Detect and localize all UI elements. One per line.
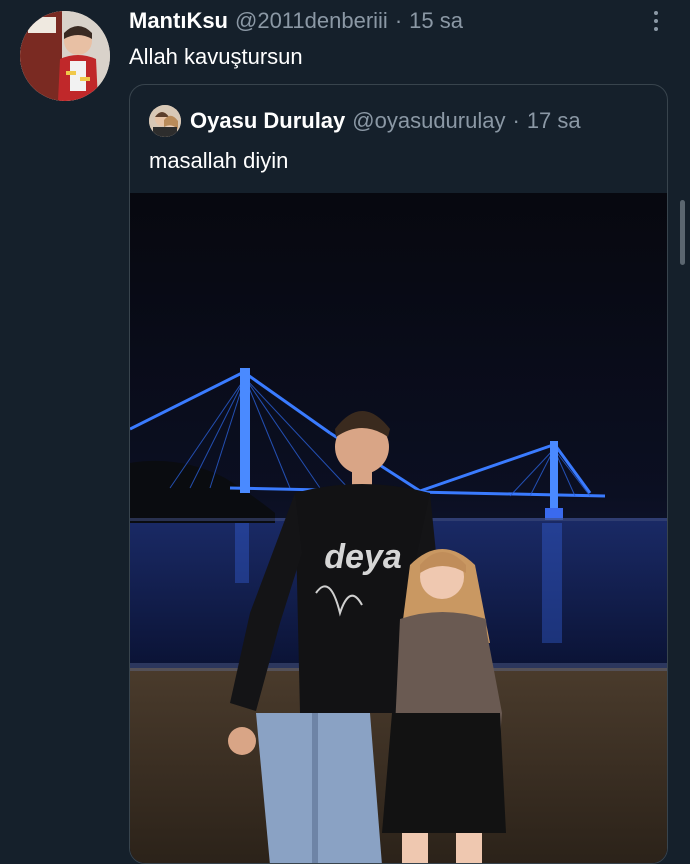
- author-handle[interactable]: @2011denberiii: [235, 8, 388, 34]
- more-dot: [654, 11, 658, 15]
- author-avatar[interactable]: [20, 11, 110, 101]
- quoted-tweet-timestamp[interactable]: 17 sa: [527, 108, 581, 134]
- tweet-header: MantıKsu @2011denberiii · 15 sa: [129, 6, 463, 36]
- quoted-author-display-name[interactable]: Oyasu Durulay: [190, 108, 345, 134]
- quoted-tweet-text: masallah diyin: [149, 148, 289, 173]
- quoted-tweet-card[interactable]: Oyasu Durulay @oyasudurulay · 17 sa masa…: [129, 84, 668, 864]
- night-bridge-photo: deya: [130, 193, 667, 863]
- user-photo-avatar: [149, 105, 181, 137]
- quoted-tweet-photo[interactable]: deya: [130, 193, 667, 863]
- tweet-timestamp[interactable]: 15 sa: [409, 8, 463, 34]
- quoted-author-avatar[interactable]: [149, 105, 181, 137]
- quoted-author-handle[interactable]: @oyasudurulay: [352, 108, 505, 134]
- quoted-header-separator: ·: [512, 108, 520, 133]
- sweatshirt-print: deya: [324, 538, 402, 576]
- header-separator: ·: [394, 8, 403, 33]
- child-photo-avatar: [20, 11, 110, 101]
- more-dot: [654, 27, 658, 31]
- quoted-tweet-header: Oyasu Durulay @oyasudurulay · 17 sa: [149, 104, 581, 138]
- page-scrollbar[interactable]: [680, 200, 685, 265]
- author-display-name[interactable]: MantıKsu: [129, 8, 228, 34]
- more-options-icon[interactable]: [646, 8, 666, 34]
- tweet-text: Allah kavuştursun: [129, 44, 303, 69]
- more-dot: [654, 19, 658, 23]
